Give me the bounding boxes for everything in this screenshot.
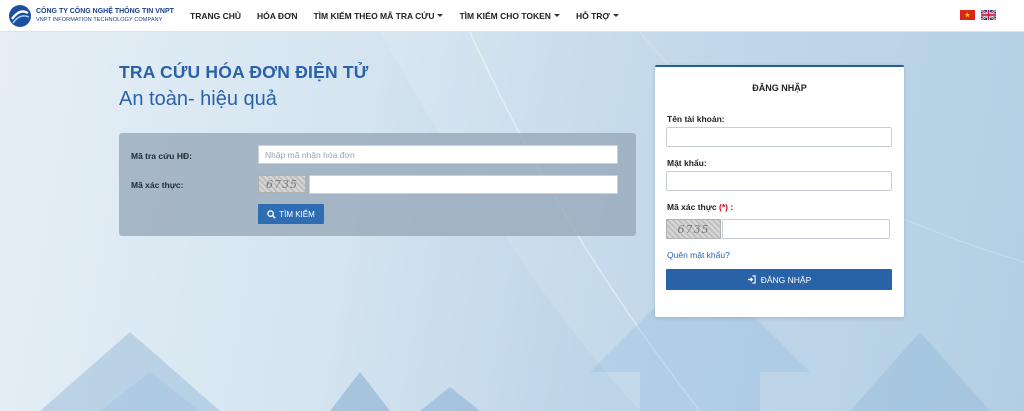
nav-home[interactable]: TRANG CHỦ (182, 11, 249, 21)
nav-support[interactable]: HỖ TRỢ (568, 11, 627, 21)
login-captcha-colon: : (730, 202, 734, 212)
vietnam-flag-icon[interactable] (960, 10, 975, 20)
logo-company-name: CÔNG TY CÔNG NGHỆ THÔNG TIN VNPT (36, 8, 174, 15)
logo-company-name-en: VNPT INFORMATION TECHNOLOGY COMPANY (36, 17, 163, 23)
caret-down-icon (553, 14, 560, 17)
nav-search-by-code-label: TÌM KIẾM THEO MÃ TRA CỨU (313, 10, 435, 21)
login-captcha-image: 6735 (666, 219, 721, 239)
search-captcha-image: 6735 (258, 175, 306, 193)
password-label: Mật khẩu: (667, 158, 707, 168)
top-navbar: CÔNG TY CÔNG NGHỆ THÔNG TIN VNPT VNPT IN… (0, 0, 1024, 32)
username-label: Tên tài khoản: (667, 114, 725, 124)
hero-title: TRA CỨU HÓA ĐƠN ĐIỆN TỬ (119, 62, 369, 82)
nav-invoice[interactable]: HÓA ĐƠN (249, 11, 305, 21)
login-title: ĐĂNG NHẬP (752, 83, 807, 93)
company-logo[interactable]: CÔNG TY CÔNG NGHỆ THÔNG TIN VNPT VNPT IN… (8, 4, 176, 28)
sign-in-icon (747, 275, 756, 284)
search-icon (267, 209, 276, 219)
nav-search-token-label: TÌM KIẾM CHO TOKEN (459, 10, 551, 21)
lookup-code-label: Mã tra cứu HĐ: (131, 151, 192, 161)
forgot-password-link[interactable]: Quên mật khẩu? (667, 250, 730, 260)
required-marker: (*) (719, 202, 728, 212)
login-button-label: ĐĂNG NHẬP (760, 274, 812, 285)
search-button-label: TÌM KIẾM (279, 209, 315, 219)
nav-invoice-label: HÓA ĐƠN (257, 10, 298, 21)
caret-down-icon (437, 14, 444, 17)
login-button[interactable]: ĐĂNG NHẬP (666, 269, 892, 290)
login-captcha-label-text: Mã xác thực (667, 202, 717, 212)
invoice-search-panel: Mã tra cứu HĐ: Mã xác thực: 6735 TÌM KIẾ… (119, 133, 636, 236)
language-switcher (960, 10, 996, 20)
nav-support-label: HỖ TRỢ (575, 10, 610, 21)
caret-down-icon (612, 14, 619, 17)
hero-subtitle: An toàn- hiệu quả (119, 88, 277, 110)
login-captcha-label: Mã xác thực (*) : (667, 202, 733, 212)
nav-home-label: TRANG CHỦ (190, 10, 241, 21)
lookup-code-input[interactable] (258, 145, 618, 164)
nav-search-token[interactable]: TÌM KIẾM CHO TOKEN (451, 11, 567, 21)
password-input[interactable] (666, 171, 892, 191)
username-input[interactable] (666, 127, 892, 147)
search-button[interactable]: TÌM KIẾM (258, 204, 324, 224)
login-captcha-input[interactable] (722, 219, 890, 239)
vnpt-logo-icon (9, 4, 31, 27)
search-captcha-label: Mã xác thực: (131, 180, 184, 190)
nav-search-by-code[interactable]: TÌM KIẾM THEO MÃ TRA CỨU (305, 11, 451, 21)
main-nav: TRANG CHỦ HÓA ĐƠN TÌM KIẾM THEO MÃ TRA C… (182, 11, 627, 21)
search-captcha-input[interactable] (309, 175, 618, 194)
login-panel: ĐĂNG NHẬP Tên tài khoản: Mật khẩu: Mã xá… (655, 65, 904, 317)
uk-flag-icon[interactable] (981, 10, 996, 20)
